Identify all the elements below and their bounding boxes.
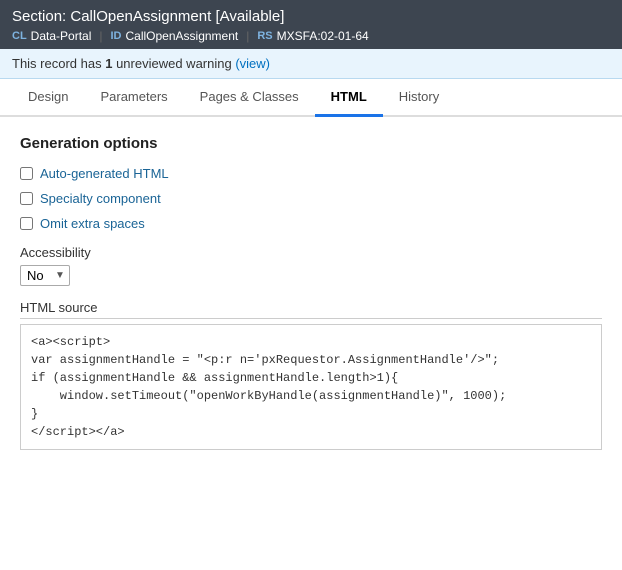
header: Section: CallOpenAssignment [Available] … — [0, 0, 622, 49]
cl-label: CL — [12, 30, 27, 42]
tabs-bar: Design Parameters Pages & Classes HTML H… — [0, 79, 622, 117]
rs-value: MXSFA:02-01-64 — [277, 29, 369, 43]
select-arrow-icon: ▼ — [55, 270, 65, 281]
accessibility-select-wrapper[interactable]: No Yes ▼ — [20, 265, 70, 286]
id-value: CallOpenAssignment — [126, 29, 239, 43]
meta-cl: CL Data-Portal — [12, 29, 91, 43]
id-label: ID — [111, 30, 122, 42]
meta-rs: RS MXSFA:02-01-64 — [257, 29, 368, 43]
option-auto-generated: Auto-generated HTML — [20, 166, 602, 181]
tab-parameters[interactable]: Parameters — [84, 79, 183, 117]
auto-generated-checkbox[interactable] — [20, 167, 33, 180]
cl-value: Data-Portal — [31, 29, 92, 43]
main-content: Generation options Auto-generated HTML S… — [0, 117, 622, 462]
option-specialty: Specialty component — [20, 191, 602, 206]
meta-sep-1: | — [99, 29, 102, 43]
html-source-label: HTML source — [20, 300, 602, 319]
accessibility-label: Accessibility — [20, 245, 602, 260]
accessibility-section: Accessibility No Yes ▼ — [20, 245, 602, 286]
specialty-checkbox[interactable] — [20, 192, 33, 205]
header-meta: CL Data-Portal | ID CallOpenAssignment |… — [12, 29, 610, 43]
warning-count: 1 — [105, 56, 112, 71]
auto-generated-label: Auto-generated HTML — [40, 166, 169, 181]
tab-pages-classes[interactable]: Pages & Classes — [184, 79, 315, 117]
warning-middle: unreviewed warning — [116, 56, 232, 71]
tab-design[interactable]: Design — [12, 79, 84, 117]
warning-view-link[interactable]: (view) — [235, 56, 270, 71]
html-source-code[interactable]: <a><script> var assignmentHandle = "<p:r… — [20, 324, 602, 450]
meta-sep-2: | — [246, 29, 249, 43]
rs-label: RS — [257, 30, 272, 42]
omit-spaces-label: Omit extra spaces — [40, 216, 145, 231]
warning-banner: This record has 1 unreviewed warning (vi… — [0, 49, 622, 79]
page-title: Section: CallOpenAssignment [Available] — [12, 8, 610, 25]
generation-options-title: Generation options — [20, 135, 602, 152]
warning-prefix: This record has — [12, 56, 102, 71]
tab-html[interactable]: HTML — [315, 79, 383, 117]
meta-id: ID CallOpenAssignment — [111, 29, 239, 43]
option-omit-spaces: Omit extra spaces — [20, 216, 602, 231]
tab-history[interactable]: History — [383, 79, 455, 117]
specialty-label: Specialty component — [40, 191, 161, 206]
omit-spaces-checkbox[interactable] — [20, 217, 33, 230]
accessibility-select[interactable]: No Yes — [27, 268, 53, 283]
